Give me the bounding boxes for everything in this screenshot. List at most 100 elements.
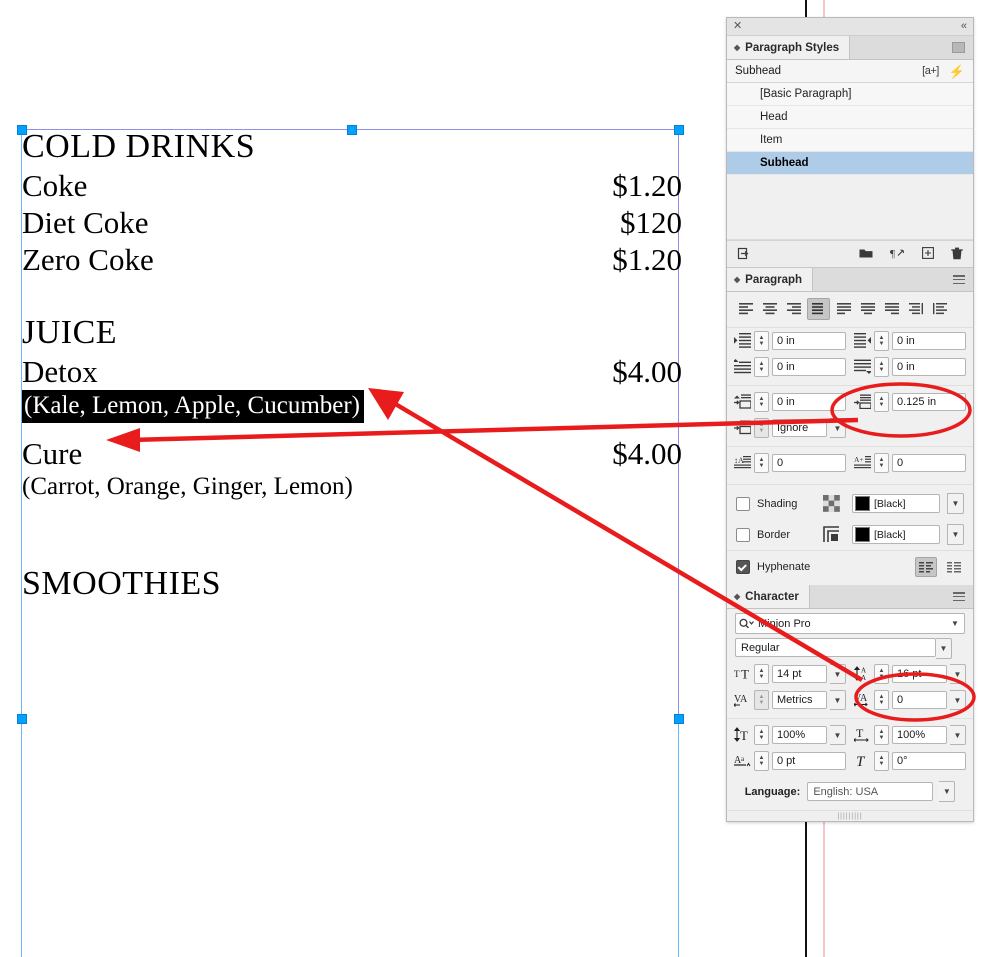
paragraph-styles-tab-bar[interactable]: ◆ Paragraph Styles bbox=[727, 36, 973, 60]
right-indent-stepper[interactable]: ▲ ▼ bbox=[874, 331, 889, 351]
drop-cap-lines-field-group[interactable]: ↕A ▲ ▼ 0 bbox=[734, 453, 846, 473]
font-family-select[interactable]: Minion Pro ▼ bbox=[735, 613, 965, 634]
paragraph-styles-list[interactable]: [Basic Paragraph] Head Item Subhead bbox=[727, 83, 973, 240]
new-style-icon[interactable] bbox=[922, 247, 934, 261]
drop-cap-lines-input[interactable]: 0 bbox=[772, 454, 846, 472]
close-icon[interactable]: ✕ bbox=[733, 21, 742, 32]
kerning-field-group[interactable]: VA ▲ ▼ Metrics ▼ bbox=[733, 690, 846, 710]
tracking-input[interactable]: 0 bbox=[892, 691, 947, 709]
border-row[interactable]: Border [Black] ▼ bbox=[727, 519, 973, 550]
horizontal-scale-stepper[interactable]: ▲ ▼ bbox=[874, 725, 889, 745]
panel-resize-grip[interactable]: ||||||||| bbox=[727, 810, 973, 821]
leading-chevron-down-icon[interactable]: ▼ bbox=[950, 664, 966, 684]
leading-stepper[interactable]: ▲ ▼ bbox=[874, 664, 889, 684]
style-override-icon[interactable]: [a+] bbox=[922, 65, 939, 77]
horizontal-scale-input[interactable]: 100% bbox=[892, 726, 947, 744]
alignment-button-group[interactable] bbox=[727, 292, 973, 328]
font-size-chevron-down-icon[interactable]: ▼ bbox=[830, 664, 846, 684]
frame-handle-bottom-left[interactable] bbox=[17, 714, 27, 724]
left-indent-input[interactable]: 0 in bbox=[772, 332, 846, 350]
skew-stepper[interactable]: ▲ ▼ bbox=[874, 751, 889, 771]
last-line-indent-stepper[interactable]: ▲ ▼ bbox=[874, 357, 889, 377]
balance-ragged-lines-button[interactable] bbox=[915, 557, 937, 577]
font-family-chevron-down-icon[interactable]: ▼ bbox=[946, 615, 964, 633]
border-checkbox[interactable] bbox=[736, 527, 750, 542]
right-indent-input[interactable]: 0 in bbox=[892, 332, 966, 350]
language-select[interactable]: English: USA bbox=[807, 782, 934, 801]
space-after-input[interactable]: 0.125 in bbox=[892, 393, 966, 411]
space-before-input[interactable]: 0 in bbox=[772, 393, 846, 411]
horizontal-scale-chevron-down-icon[interactable]: ▼ bbox=[950, 725, 966, 745]
vertical-scale-stepper[interactable]: ▲ ▼ bbox=[754, 725, 769, 745]
ignore-optical-margin-button[interactable] bbox=[944, 558, 964, 576]
last-line-indent-input[interactable]: 0 in bbox=[892, 358, 966, 376]
font-size-stepper[interactable]: ▲ ▼ bbox=[754, 664, 769, 684]
style-list-item-basic-paragraph[interactable]: [Basic Paragraph] bbox=[727, 83, 973, 106]
last-line-indent-field-group[interactable]: ▲ ▼ 0 in bbox=[854, 357, 966, 377]
right-indent-field-group[interactable]: ▲ ▼ 0 in bbox=[854, 331, 966, 351]
font-size-field-group[interactable]: TT ▲ ▼ 14 pt ▼ bbox=[734, 664, 846, 684]
language-chevron-down-icon[interactable]: ▼ bbox=[939, 781, 956, 802]
baseline-shift-input[interactable]: 0 pt bbox=[772, 752, 846, 770]
character-tab-bar[interactable]: ◆ Character bbox=[727, 585, 973, 609]
current-style-row[interactable]: Subhead [a+] ⚡ bbox=[727, 60, 973, 83]
search-icon[interactable] bbox=[736, 618, 758, 630]
left-indent-stepper[interactable]: ▲ ▼ bbox=[754, 331, 769, 351]
vertical-scale-input[interactable]: 100% bbox=[772, 726, 827, 744]
border-color-select[interactable]: [Black] bbox=[852, 525, 940, 544]
align-right-button[interactable] bbox=[783, 299, 804, 319]
vertical-scale-chevron-down-icon[interactable]: ▼ bbox=[830, 725, 846, 745]
paragraph-tab-bar[interactable]: ◆ Paragraph bbox=[727, 268, 973, 292]
first-line-indent-input[interactable]: 0 in bbox=[772, 358, 846, 376]
hyphenate-row[interactable]: Hyphenate bbox=[727, 550, 973, 585]
drop-cap-lines-stepper[interactable]: ▲ ▼ bbox=[754, 453, 769, 473]
tracking-chevron-down-icon[interactable]: ▼ bbox=[950, 690, 966, 710]
border-chevron-down-icon[interactable]: ▼ bbox=[947, 524, 964, 545]
character-panel-menu-button[interactable] bbox=[945, 585, 973, 608]
shading-color-select[interactable]: [Black] bbox=[852, 494, 940, 513]
align-to-grid-stepper[interactable]: ▲ ▼ bbox=[754, 418, 769, 438]
first-line-indent-stepper[interactable]: ▲ ▼ bbox=[754, 357, 769, 377]
tab-paragraph[interactable]: ◆ Paragraph bbox=[727, 268, 814, 291]
collapse-panel-icon[interactable]: « bbox=[961, 21, 967, 32]
left-indent-field-group[interactable]: ▲ ▼ 0 in bbox=[734, 331, 846, 351]
kerning-stepper[interactable]: ▲ ▼ bbox=[754, 690, 769, 710]
style-list-item-head[interactable]: Head bbox=[727, 106, 973, 129]
kerning-input[interactable]: Metrics bbox=[772, 691, 827, 709]
skew-input[interactable]: 0° bbox=[892, 752, 966, 770]
skew-field-group[interactable]: T ▲ ▼ 0° bbox=[854, 751, 966, 771]
shading-chevron-down-icon[interactable]: ▼ bbox=[947, 493, 964, 514]
menu-text-frame[interactable]: COLD DRINKS Coke $1.20 Diet Coke $120 Ze… bbox=[22, 126, 682, 604]
align-left-button[interactable] bbox=[735, 299, 756, 319]
space-before-stepper[interactable]: ▲ ▼ bbox=[754, 392, 769, 412]
baseline-shift-field-group[interactable]: Aa ▲ ▼ 0 pt bbox=[734, 751, 846, 771]
align-toward-spine-button[interactable] bbox=[905, 299, 926, 319]
first-line-indent-field-group[interactable]: ▲ ▼ 0 in bbox=[732, 357, 846, 377]
space-before-field-group[interactable]: ▲ ▼ 0 in bbox=[734, 392, 846, 412]
load-styles-icon[interactable] bbox=[737, 247, 750, 262]
align-to-grid-field-group[interactable]: ▲ ▼ Ignore ▼ bbox=[734, 418, 846, 438]
drop-cap-chars-stepper[interactable]: ▲ ▼ bbox=[874, 453, 889, 473]
tab-paragraph-styles[interactable]: ◆ Paragraph Styles bbox=[727, 36, 851, 59]
align-to-grid-chevron-down-icon[interactable]: ▼ bbox=[830, 418, 846, 438]
panel-dock[interactable]: ✕ « ◆ Paragraph Styles Subhead [a+] ⚡ [B… bbox=[726, 17, 974, 822]
leading-field-group[interactable]: AA ▲ ▼ 16 pt ▼ bbox=[853, 664, 966, 684]
baseline-shift-stepper[interactable]: ▲ ▼ bbox=[754, 751, 769, 771]
style-list-item-subhead[interactable]: Subhead bbox=[727, 152, 973, 175]
justify-all-lines-button[interactable] bbox=[807, 298, 830, 320]
font-size-input[interactable]: 14 pt bbox=[772, 665, 827, 683]
font-style-value[interactable]: Regular bbox=[735, 638, 936, 657]
align-to-grid-select[interactable]: Ignore bbox=[772, 419, 827, 437]
drop-cap-chars-input[interactable]: 0 bbox=[892, 454, 966, 472]
shading-checkbox[interactable] bbox=[736, 496, 750, 511]
justify-last-center-button[interactable] bbox=[857, 299, 878, 319]
style-list-item-item[interactable]: Item bbox=[727, 129, 973, 152]
tracking-field-group[interactable]: VA ▲ ▼ 0 ▼ bbox=[853, 690, 966, 710]
space-after-field-group[interactable]: ▲ ▼ 0.125 in bbox=[854, 392, 966, 412]
new-group-icon[interactable] bbox=[859, 247, 873, 261]
vertical-scale-field-group[interactable]: T ▲ ▼ 100% ▼ bbox=[733, 725, 846, 745]
font-style-chevron-down-icon[interactable]: ▼ bbox=[936, 638, 952, 659]
space-after-stepper[interactable]: ▲ ▼ bbox=[874, 392, 889, 412]
kerning-chevron-down-icon[interactable]: ▼ bbox=[830, 690, 846, 710]
clear-overrides-icon[interactable]: ¶ bbox=[890, 247, 905, 261]
